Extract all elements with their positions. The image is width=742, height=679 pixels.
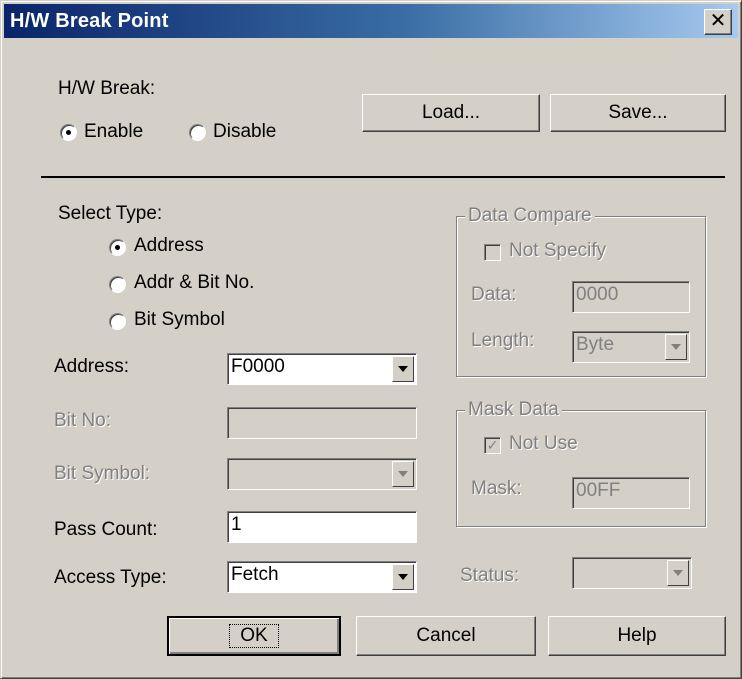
cancel-button-label: Cancel xyxy=(416,625,476,646)
access-type-dropdown-arrow-icon[interactable] xyxy=(392,564,414,590)
not-use-checkbox: ✓ xyxy=(484,437,501,454)
enable-radio[interactable] xyxy=(60,124,77,141)
enable-radio-label[interactable]: Enable xyxy=(84,121,143,143)
select-type-label: Select Type: xyxy=(58,203,163,224)
status-combobox xyxy=(572,557,692,589)
not-specify-label: Not Specify xyxy=(509,240,607,261)
data-compare-title: Data Compare xyxy=(465,205,595,227)
address-value: F0000 xyxy=(231,356,285,377)
close-button[interactable]: ✕ xyxy=(704,9,732,35)
address-dropdown-arrow-icon[interactable] xyxy=(392,356,414,382)
mask-data-title: Mask Data xyxy=(465,399,562,421)
address-combobox[interactable]: F0000 xyxy=(227,353,417,385)
data-label: Data: xyxy=(471,284,517,305)
bit-symbol-combobox xyxy=(227,458,417,490)
mask-data-group: Mask Data ✓ Not Use Mask: 00FF xyxy=(456,399,706,527)
title-bar[interactable]: H/W Break Point ✕ xyxy=(4,4,738,38)
bit-no-label: Bit No: xyxy=(54,410,112,431)
pass-count-label: Pass Count: xyxy=(54,519,158,540)
save-button[interactable]: Save... xyxy=(550,94,726,132)
addr-bit-no-type-label[interactable]: Addr & Bit No. xyxy=(134,272,254,294)
load-button[interactable]: Load... xyxy=(362,94,540,132)
data-field: 0000 xyxy=(572,281,690,313)
not-specify-checkbox xyxy=(484,244,501,261)
length-value: Byte xyxy=(576,334,615,355)
length-combobox: Byte xyxy=(572,331,690,363)
help-button-label: Help xyxy=(617,625,657,646)
mask-label: Mask: xyxy=(471,478,522,499)
address-type-radio[interactable] xyxy=(109,239,126,256)
ok-button[interactable]: OK xyxy=(167,616,341,656)
status-dropdown-arrow-icon xyxy=(667,560,689,586)
checkmark-icon: ✓ xyxy=(486,437,499,453)
data-value: 0000 xyxy=(576,284,619,305)
close-icon: ✕ xyxy=(709,10,727,32)
mask-value: 00FF xyxy=(576,480,621,501)
access-type-value: Fetch xyxy=(231,564,279,585)
bit-symbol-type-label[interactable]: Bit Symbol xyxy=(134,309,225,331)
save-button-label: Save... xyxy=(608,102,668,123)
section-divider xyxy=(41,176,725,178)
window-title: H/W Break Point xyxy=(10,10,169,32)
help-button[interactable]: Help xyxy=(548,616,726,656)
disable-radio[interactable] xyxy=(189,124,206,141)
status-label: Status: xyxy=(460,565,520,586)
bit-symbol-dropdown-arrow-icon xyxy=(392,461,414,487)
data-compare-group: Data Compare Not Specify Data: 0000 Leng… xyxy=(456,205,706,377)
length-dropdown-arrow-icon xyxy=(665,334,687,360)
ok-button-label: OK xyxy=(229,624,279,648)
bit-symbol-type-radio[interactable] xyxy=(109,313,126,330)
bit-symbol-label: Bit Symbol: xyxy=(54,463,151,484)
address-label: Address: xyxy=(54,356,129,377)
load-button-label: Load... xyxy=(421,102,481,123)
cancel-button[interactable]: Cancel xyxy=(356,616,536,656)
not-use-label: Not Use xyxy=(509,433,578,454)
access-type-combobox[interactable]: Fetch xyxy=(227,561,417,593)
access-type-label: Access Type: xyxy=(54,567,167,588)
pass-count-value: 1 xyxy=(231,514,242,535)
hw-break-point-dialog: H/W Break Point ✕ H/W Break: Enable Disa… xyxy=(0,0,742,679)
mask-field: 00FF xyxy=(572,477,690,509)
bit-no-field xyxy=(227,407,417,439)
pass-count-input[interactable]: 1 xyxy=(227,511,417,543)
hw-break-label: H/W Break: xyxy=(58,78,156,99)
address-type-label[interactable]: Address xyxy=(134,235,204,257)
addr-bit-no-type-radio[interactable] xyxy=(109,276,126,293)
length-label: Length: xyxy=(471,330,535,351)
disable-radio-label[interactable]: Disable xyxy=(213,121,276,143)
